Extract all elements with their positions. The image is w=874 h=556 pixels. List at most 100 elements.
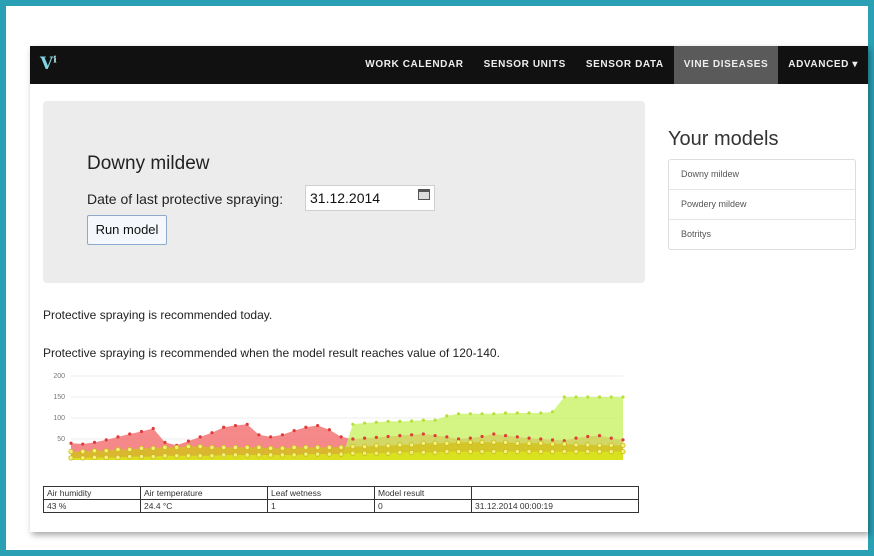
chart-point — [351, 422, 355, 426]
header-air-temperature: Air temperature — [140, 486, 268, 500]
model-item-downy-mildew[interactable]: Downy mildew — [669, 160, 855, 189]
chart-point — [596, 442, 603, 448]
chart-point — [561, 449, 567, 455]
chart-point — [503, 434, 508, 438]
chart-point — [586, 395, 590, 399]
nav-item-vine-diseases[interactable]: VINE DISEASES — [673, 46, 779, 84]
chart-point — [138, 445, 145, 451]
run-model-button[interactable]: Run model — [87, 215, 167, 245]
header-timestamp — [471, 486, 639, 500]
chart-point — [597, 395, 602, 399]
chart-point — [433, 418, 437, 422]
app-logo[interactable]: Vi — [40, 54, 57, 74]
chart-point — [386, 434, 390, 439]
chart-point — [455, 449, 462, 455]
chart-point — [408, 442, 415, 448]
chart-point — [397, 442, 403, 448]
chart-point — [432, 440, 438, 446]
chart-point — [538, 449, 544, 455]
chart-point — [420, 440, 426, 446]
model-panel: Downy mildew Date of last protective spr… — [43, 101, 645, 283]
chart-point — [585, 442, 591, 448]
chart-point — [291, 444, 297, 451]
model-title: Downy mildew — [87, 153, 210, 174]
chart-point — [362, 450, 368, 456]
threshold-message: Protective spraying is recommended when … — [43, 346, 500, 360]
chart-point — [185, 453, 192, 459]
calendar-icon[interactable] — [418, 189, 430, 200]
chart-point — [491, 439, 497, 445]
chart-point — [268, 452, 274, 458]
model-item-powdery-mildew[interactable]: Powdery mildew — [669, 189, 855, 219]
chart-point — [222, 425, 226, 429]
cell-leaf-wetness: 1 — [267, 499, 375, 513]
chart-ytick-label: 150 — [53, 394, 65, 401]
chart-point — [245, 422, 249, 426]
chart-point — [338, 451, 344, 457]
model-item-botritys[interactable]: Botritys — [669, 219, 855, 249]
chart-point — [80, 449, 86, 455]
chart-point — [433, 434, 437, 438]
chart-point — [280, 433, 285, 437]
your-models-list: Downy mildew Powdery mildew Botritys — [668, 159, 856, 250]
chart-point — [444, 449, 450, 455]
nav-item-sensor-data[interactable]: SENSOR DATA — [576, 46, 674, 84]
chart-point — [620, 442, 626, 448]
chart-point — [127, 454, 133, 460]
chart-ytick-label: 200 — [53, 373, 65, 380]
chart-point — [151, 426, 155, 431]
chart-point — [303, 444, 309, 451]
spraying-date-input[interactable]: 31.12.2014 — [305, 185, 435, 211]
chart-point — [561, 441, 567, 447]
chart-point — [127, 446, 133, 453]
chart-point — [257, 433, 261, 437]
chart-point — [68, 455, 74, 461]
chart-point — [538, 440, 544, 446]
chart-point — [268, 445, 274, 451]
chart-point — [174, 444, 180, 451]
cell-air-temperature: 24.4 °C — [140, 499, 268, 513]
nav-menu: WORK CALENDAR SENSOR UNITS SENSOR DATA V… — [355, 46, 868, 84]
chart-ytick-label: 100 — [53, 415, 65, 422]
chart-point — [421, 418, 425, 422]
nav-item-sensor-units[interactable]: SENSOR UNITS — [474, 46, 576, 84]
chart-point — [91, 448, 98, 454]
logo-superscript: i — [53, 55, 57, 66]
chart-point — [373, 450, 379, 456]
chart-point — [527, 411, 531, 415]
chart-point — [621, 395, 625, 399]
chart-point — [174, 453, 180, 459]
chart-point — [539, 437, 543, 441]
chart-point — [363, 436, 367, 440]
chart-point — [150, 445, 156, 451]
chart-point — [480, 434, 484, 439]
nav-item-advanced-dropdown[interactable]: ADVANCED ▾ — [778, 46, 868, 84]
chart-point — [444, 440, 450, 446]
chart-point — [209, 444, 215, 451]
chart-point — [514, 440, 520, 446]
chart-point — [596, 449, 603, 455]
chart-point — [256, 452, 262, 458]
chart-point — [467, 439, 473, 445]
chart-point — [350, 443, 356, 450]
chart-point — [385, 450, 391, 456]
chart-point — [409, 433, 414, 437]
chart-point — [374, 435, 378, 439]
chart-point — [492, 412, 496, 416]
screenshot-frame: Vi WORK CALENDAR SENSOR UNITS SENSOR DAT… — [0, 0, 874, 556]
header-air-humidity: Air humidity — [43, 486, 141, 500]
chart-point — [232, 444, 239, 451]
top-navbar: Vi WORK CALENDAR SENSOR UNITS SENSOR DAT… — [30, 46, 868, 84]
chart-point — [197, 443, 203, 450]
chart-point — [385, 443, 391, 449]
chart-ytick-label: 50 — [57, 436, 65, 443]
chart-point — [527, 436, 531, 440]
chart-point — [91, 454, 98, 461]
nav-item-work-calendar[interactable]: WORK CALENDAR — [355, 46, 473, 84]
chart-point — [244, 444, 250, 451]
chart-point — [549, 441, 556, 447]
chart-point — [585, 449, 591, 455]
chart-point — [515, 411, 519, 415]
app-window: Vi WORK CALENDAR SENSOR UNITS SENSOR DAT… — [30, 46, 868, 532]
chart-point — [397, 449, 403, 456]
